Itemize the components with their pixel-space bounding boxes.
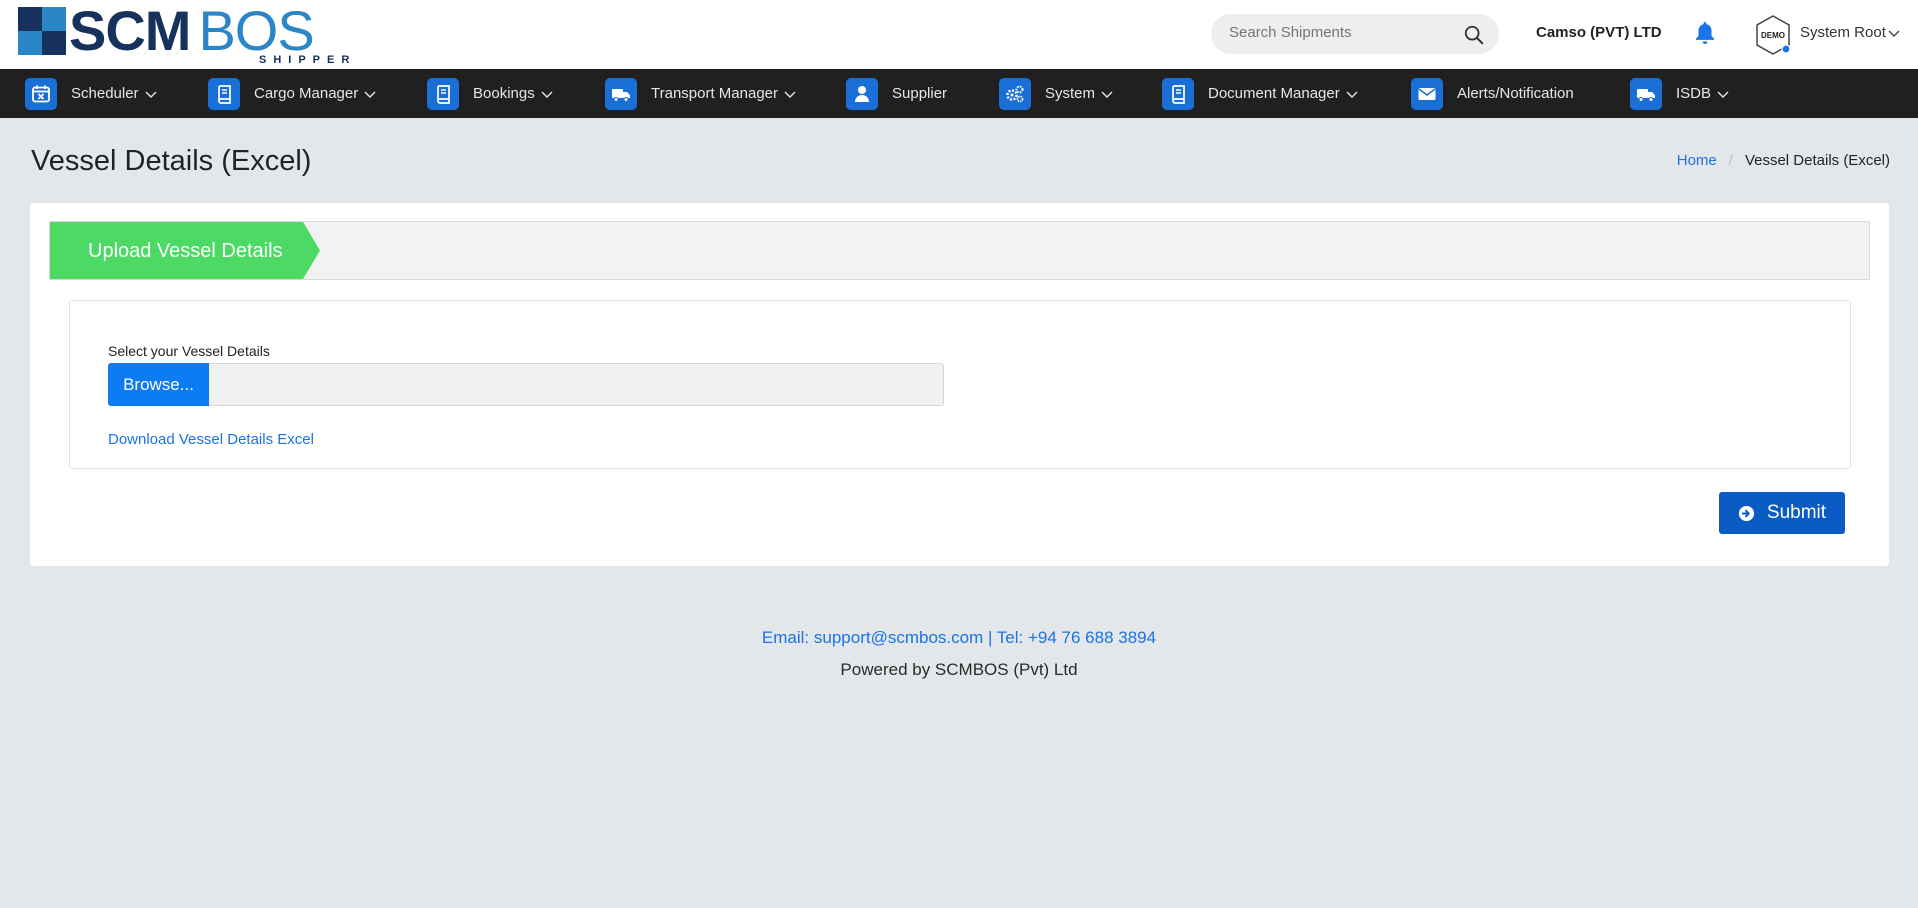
nav-label: ISDB bbox=[1676, 85, 1712, 102]
file-name-field[interactable] bbox=[209, 363, 944, 406]
company-name: Camso (PVT) LTD bbox=[1536, 24, 1662, 41]
search-input[interactable] bbox=[1229, 24, 1449, 41]
scmbos-logo[interactable]: SCM BOS SHIPPER bbox=[18, 3, 349, 68]
nav-item-bookings[interactable]: Bookings bbox=[427, 69, 553, 118]
envelope-icon bbox=[1411, 77, 1443, 110]
breadcrumb-home-link[interactable]: Home bbox=[1677, 152, 1717, 169]
logo-secondary: BOS bbox=[198, 0, 314, 62]
nav-label: Transport Manager bbox=[651, 85, 779, 102]
nav-item-isdb[interactable]: ISDB bbox=[1630, 69, 1729, 118]
nav-label: Document Manager bbox=[1208, 85, 1340, 102]
footer-powered-by: Powered by SCMBOS (Pvt) Ltd bbox=[840, 660, 1078, 679]
book-icon bbox=[208, 77, 240, 110]
wizard-steps: Upload Vessel Details bbox=[49, 221, 1870, 280]
nav-item-system[interactable]: System bbox=[999, 69, 1113, 118]
search-icon[interactable] bbox=[1463, 24, 1485, 46]
file-input-group[interactable]: Browse... bbox=[108, 363, 944, 406]
step-label: Upload Vessel Details bbox=[88, 240, 283, 262]
logo-tagline: SHIPPER bbox=[259, 54, 357, 66]
submit-label: Submit bbox=[1766, 502, 1827, 523]
top-header: SCMBOS SHIPPER Camso (PVT) LTD DEMO Syst… bbox=[0, 0, 1918, 69]
nav-item-document-manager[interactable]: Document Manager bbox=[1162, 69, 1358, 118]
avatar-text: DEMO bbox=[1761, 31, 1785, 40]
step-upload-vessel-details[interactable]: Upload Vessel Details bbox=[50, 222, 320, 279]
breadcrumb-current: Vessel Details (Excel) bbox=[1744, 152, 1890, 169]
truck-icon bbox=[1630, 77, 1662, 110]
chevron-down-icon bbox=[784, 91, 796, 98]
nav-item-cargo-manager[interactable]: Cargo Manager bbox=[208, 69, 376, 118]
chevron-down-icon bbox=[364, 91, 376, 98]
nav-label: Scheduler bbox=[71, 85, 139, 102]
file-field-label: Select your Vessel Details bbox=[108, 343, 270, 359]
nav-item-transport-manager[interactable]: Transport Manager bbox=[605, 69, 796, 118]
logo-primary: SCM bbox=[69, 0, 191, 62]
nav-label: Alerts/Notification bbox=[1457, 85, 1574, 102]
breadcrumb-separator: / bbox=[1728, 152, 1733, 169]
chevron-down-icon[interactable] bbox=[1888, 30, 1900, 38]
nav-label: Cargo Manager bbox=[254, 85, 359, 102]
book-icon bbox=[1162, 77, 1194, 110]
chevron-down-icon bbox=[145, 91, 157, 98]
chevron-down-icon bbox=[1101, 91, 1113, 98]
download-template-link[interactable]: Download Vessel Details Excel bbox=[108, 431, 314, 448]
footer-contact[interactable]: Email: support@scmbos.com | Tel: +94 76 … bbox=[0, 628, 1918, 648]
breadcrumb: Home / Vessel Details (Excel) bbox=[1677, 152, 1890, 169]
nav-item-scheduler[interactable]: Scheduler bbox=[25, 69, 157, 118]
chevron-down-icon bbox=[541, 91, 553, 98]
avatar[interactable]: DEMO bbox=[1754, 14, 1792, 56]
nav-label: Supplier bbox=[892, 85, 948, 102]
book-icon bbox=[427, 77, 459, 110]
arrow-circle-right-icon bbox=[1738, 505, 1754, 521]
logo-text: SCM BOS SHIPPER bbox=[69, 3, 349, 68]
submit-button[interactable]: Submit bbox=[1719, 492, 1845, 534]
page-title: Vessel Details (Excel) bbox=[31, 145, 312, 177]
file-upload-panel: Select your Vessel Details Browse... Dow… bbox=[69, 300, 1851, 469]
upload-card: Upload Vessel Details Select your Vessel… bbox=[30, 203, 1889, 566]
logo-mark bbox=[18, 7, 66, 55]
calendar-icon bbox=[25, 77, 57, 110]
nav-item-supplier[interactable]: Supplier bbox=[846, 69, 947, 118]
gears-icon bbox=[999, 77, 1031, 110]
bell-icon[interactable] bbox=[1693, 20, 1717, 46]
chevron-down-icon bbox=[1346, 91, 1358, 98]
user-name[interactable]: System Root bbox=[1800, 24, 1886, 41]
nav-label: System bbox=[1045, 85, 1096, 102]
truck-icon bbox=[605, 77, 637, 110]
nav-label: Bookings bbox=[473, 85, 535, 102]
browse-button[interactable]: Browse... bbox=[108, 363, 209, 406]
chevron-down-icon bbox=[1717, 91, 1729, 98]
search-box bbox=[1211, 14, 1499, 54]
user-icon bbox=[846, 77, 878, 110]
nav-item-alerts-notification[interactable]: Alerts/Notification bbox=[1411, 69, 1574, 118]
main-nav: Scheduler Cargo Manager Bookings Transpo… bbox=[0, 69, 1918, 118]
